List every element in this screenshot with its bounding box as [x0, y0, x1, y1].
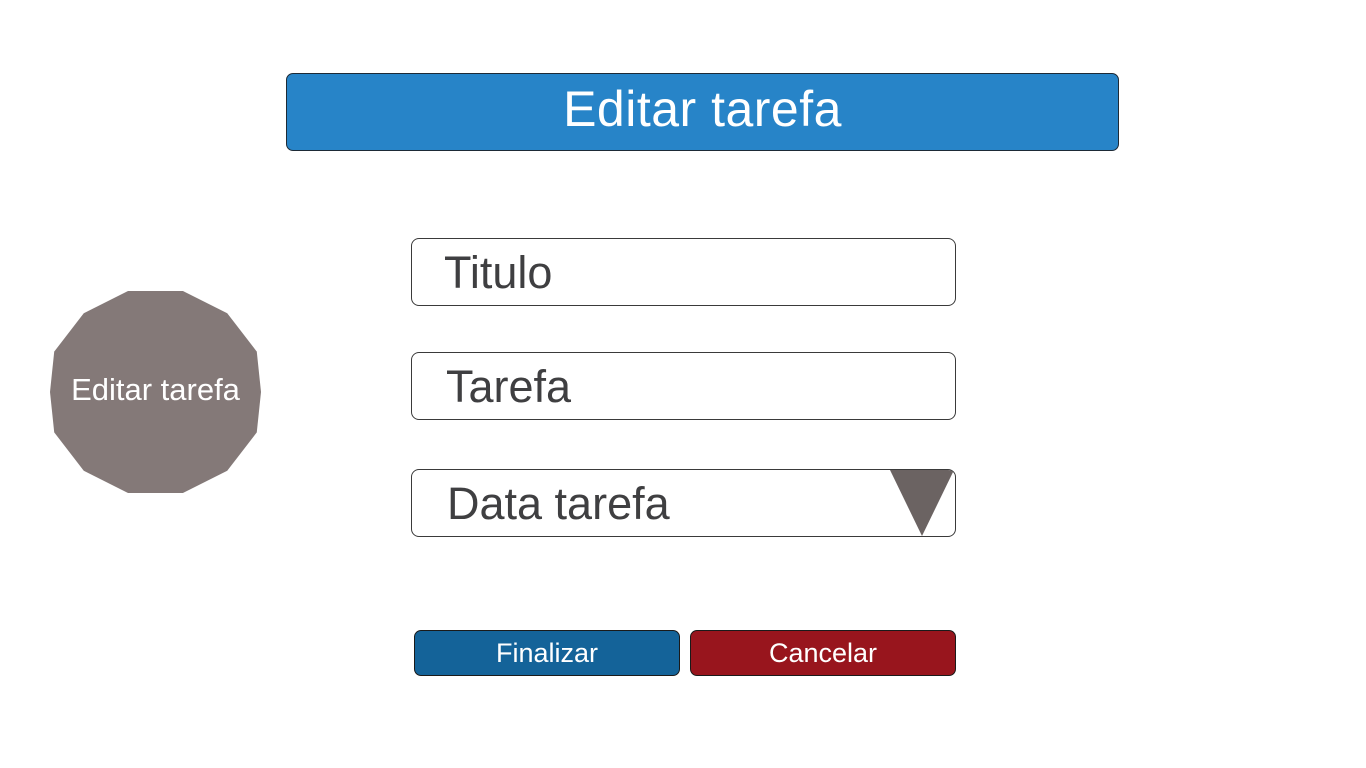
task-date-dropdown[interactable]: Data tarefa — [411, 469, 956, 537]
header-bar: Editar tarefa — [286, 73, 1119, 151]
cancel-button[interactable]: Cancelar — [690, 630, 956, 676]
chevron-down-icon[interactable] — [890, 470, 954, 536]
cancel-button-label: Cancelar — [768, 637, 878, 668]
title-input-label: Titulo — [444, 246, 553, 298]
task-input[interactable]: Tarefa — [411, 352, 956, 420]
edit-task-badge-label: Editar tarefa — [71, 371, 240, 407]
task-input-label: Tarefa — [446, 360, 572, 412]
title-input[interactable]: Titulo — [411, 238, 956, 306]
edit-task-badge: Editar tarefa — [50, 291, 261, 493]
edit-task-screen: Editar tarefa Editar tarefa Titulo Taref… — [0, 0, 1366, 768]
task-date-label: Data tarefa — [447, 477, 670, 529]
finalize-button[interactable]: Finalizar — [414, 630, 680, 676]
finalize-button-label: Finalizar — [495, 637, 599, 668]
page-title: Editar tarefa — [563, 81, 842, 137]
